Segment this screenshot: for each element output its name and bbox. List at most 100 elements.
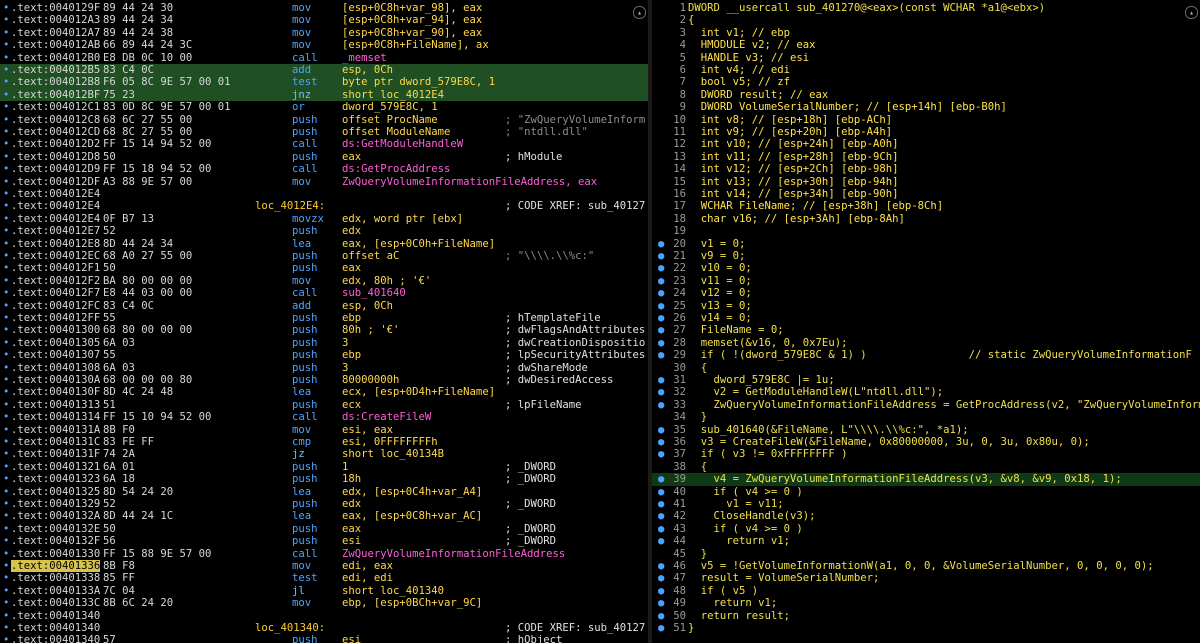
disasm-line[interactable]: • .text:00401323 6A 18 push 18h ; _DWORD bbox=[0, 473, 648, 485]
breakpoint-dot-icon[interactable]: ● bbox=[658, 374, 664, 386]
operands[interactable]: ZwQueryVolumeInformationFileAddress, eax bbox=[342, 176, 597, 188]
breakpoint-dot-icon[interactable]: • bbox=[3, 585, 9, 597]
disasm-line[interactable]: • .text:0040132E 50 push eax ; _DWORD bbox=[0, 523, 648, 535]
breakpoint-dot-icon[interactable]: • bbox=[3, 312, 9, 324]
breakpoint-dot-icon[interactable]: ● bbox=[658, 337, 664, 349]
code-text[interactable]: dword_579E8C |= 1u; bbox=[688, 374, 835, 386]
disasm-line[interactable]: • .text:004012F2 BA 80 00 00 00 mov edx, 80h… bbox=[0, 275, 648, 287]
breakpoint-dot-icon[interactable]: • bbox=[3, 374, 9, 386]
breakpoint-dot-icon[interactable]: • bbox=[3, 76, 9, 88]
breakpoint-dot-icon[interactable]: ● bbox=[658, 312, 664, 324]
breakpoint-dot-icon[interactable]: • bbox=[3, 448, 9, 460]
code-text[interactable]: sub_401640(&FileName, L"\\\\.\\%c:", *a1… bbox=[688, 424, 969, 436]
code-text[interactable]: ZwQueryVolumeInformationFileAddress = Ge… bbox=[688, 399, 1200, 411]
code-text[interactable]: int v9; // [esp+20h] [ebp-A4h] bbox=[688, 126, 892, 138]
code-text[interactable]: { bbox=[688, 14, 694, 26]
breakpoint-dot-icon[interactable]: ● bbox=[658, 250, 664, 262]
breakpoint-dot-icon[interactable]: • bbox=[3, 262, 9, 274]
breakpoint-dot-icon[interactable]: • bbox=[3, 436, 9, 448]
disasm-line[interactable]: • .text:004012F7 E8 44 03 00 00 call sub_401… bbox=[0, 287, 648, 299]
operands[interactable]: offset ProcName bbox=[342, 114, 438, 126]
disasm-line[interactable]: • .text:0040132A 8D 44 24 1C lea eax, [esp+0… bbox=[0, 510, 648, 522]
pseudocode-line[interactable]: ● 31 dword_579E8C |= 1u; bbox=[652, 374, 1200, 386]
pseudocode-line[interactable]: 19 bbox=[652, 225, 1200, 237]
pseudocode-line[interactable]: 30 { bbox=[652, 362, 1200, 374]
breakpoint-dot-icon[interactable]: ● bbox=[658, 238, 664, 250]
pseudocode-line[interactable]: ● 51} bbox=[652, 622, 1200, 634]
operands[interactable]: 80h ; '€' bbox=[342, 324, 399, 336]
breakpoint-dot-icon[interactable]: • bbox=[3, 2, 9, 14]
pseudocode-line[interactable]: ● 26 v14 = 0; bbox=[652, 312, 1200, 324]
code-label[interactable]: loc_4012E4: bbox=[255, 200, 325, 212]
code-text[interactable]: v9 = 0; bbox=[688, 250, 746, 262]
code-text[interactable]: v2 = GetModuleHandleW(L"ntdll.dll"); bbox=[688, 386, 944, 398]
breakpoint-dot-icon[interactable]: ● bbox=[658, 399, 664, 411]
operands[interactable]: edi, eax bbox=[342, 560, 393, 572]
pseudocode-line[interactable]: 8 DWORD result; // eax bbox=[652, 89, 1200, 101]
breakpoint-dot-icon[interactable]: ● bbox=[658, 610, 664, 622]
scroll-arrow-icon[interactable]: ▴ bbox=[633, 6, 646, 19]
breakpoint-dot-icon[interactable]: ● bbox=[658, 498, 664, 510]
pseudocode-line[interactable]: ● 49 return v1; bbox=[652, 597, 1200, 609]
breakpoint-dot-icon[interactable]: • bbox=[3, 176, 9, 188]
disasm-line[interactable]: • .text:004012D2 FF 15 14 94 52 00 call ds:G… bbox=[0, 138, 648, 150]
breakpoint-dot-icon[interactable]: ● bbox=[658, 275, 664, 287]
breakpoint-dot-icon[interactable]: • bbox=[3, 362, 9, 374]
disasm-line[interactable]: • .text:0040129F 89 44 24 30 mov [esp+0C8h+v… bbox=[0, 2, 648, 14]
breakpoint-dot-icon[interactable]: • bbox=[3, 89, 9, 101]
code-text[interactable]: int v12; // [esp+2Ch] [ebp-98h] bbox=[688, 163, 899, 175]
disasm-line[interactable]: • .text:004012B0 E8 DB 0C 10 00 call _memset bbox=[0, 52, 648, 64]
breakpoint-dot-icon[interactable]: • bbox=[3, 27, 9, 39]
disasm-line[interactable]: • .text:0040130A 68 00 00 00 80 push 8000000… bbox=[0, 374, 648, 386]
breakpoint-dot-icon[interactable]: • bbox=[3, 225, 9, 237]
operands[interactable]: short loc_401340 bbox=[342, 585, 444, 597]
pseudocode-line[interactable]: 6 int v4; // edi bbox=[652, 64, 1200, 76]
pseudocode-line[interactable]: 15 int v13; // [esp+30h] [ebp-94h] bbox=[652, 176, 1200, 188]
operands[interactable]: [esp+0C8h+var_90], eax bbox=[342, 27, 482, 39]
breakpoint-dot-icon[interactable]: • bbox=[3, 486, 9, 498]
breakpoint-dot-icon[interactable]: • bbox=[3, 548, 9, 560]
disasm-line[interactable]: • .text:0040131F 74 2A jz short loc_40134B bbox=[0, 448, 648, 460]
disasm-line[interactable]: • .text:00401338 85 FF test edi, edi bbox=[0, 572, 648, 584]
operands[interactable]: ecx bbox=[342, 399, 361, 411]
code-text[interactable]: v4 = ZwQueryVolumeInformationFileAddress… bbox=[688, 473, 1122, 485]
pseudocode-line[interactable]: ● 35 sub_401640(&FileName, L"\\\\.\\%c:",… bbox=[652, 424, 1200, 436]
breakpoint-dot-icon[interactable]: • bbox=[3, 461, 9, 473]
code-text[interactable]: bool v5; // zf bbox=[688, 76, 790, 88]
disasm-line[interactable]: • .text:00401340 loc_401340: ; CODE XREF: s… bbox=[0, 622, 648, 634]
code-text[interactable]: int v1; // ebp bbox=[688, 27, 790, 39]
breakpoint-dot-icon[interactable]: • bbox=[3, 386, 9, 398]
code-text[interactable]: v5 = !GetVolumeInformationW(a1, 0, 0, &V… bbox=[688, 560, 1154, 572]
breakpoint-dot-icon[interactable]: ● bbox=[658, 300, 664, 312]
operands[interactable]: esi bbox=[342, 634, 361, 643]
operands[interactable]: ds:CreateFileW bbox=[342, 411, 431, 423]
disasm-line[interactable]: • .text:00401330 FF 15 88 9E 57 00 call ZwQu… bbox=[0, 548, 648, 560]
operands[interactable]: [esp+0C8h+FileName], ax bbox=[342, 39, 489, 51]
code-text[interactable]: v11 = 0; bbox=[688, 275, 752, 287]
breakpoint-dot-icon[interactable]: ● bbox=[658, 572, 664, 584]
breakpoint-dot-icon[interactable]: ● bbox=[658, 436, 664, 448]
disasm-line[interactable]: • .text:00401340 57 push esi ; hObject bbox=[0, 634, 648, 643]
operands[interactable]: esp, 0Ch bbox=[342, 64, 393, 76]
disasm-line[interactable]: • .text:004012F1 50 push eax bbox=[0, 262, 648, 274]
code-text[interactable]: HMODULE v2; // eax bbox=[688, 39, 816, 51]
operands[interactable]: ecx, [esp+0D4h+FileName] bbox=[342, 386, 495, 398]
breakpoint-dot-icon[interactable]: ● bbox=[658, 622, 664, 634]
disasm-line[interactable]: • .text:00401321 6A 01 push 1 ; _DWORD bbox=[0, 461, 648, 473]
breakpoint-dot-icon[interactable]: ● bbox=[658, 523, 664, 535]
breakpoint-dot-icon[interactable]: ● bbox=[658, 324, 664, 336]
disasm-line[interactable]: • .text:004012D9 FF 15 18 94 52 00 call ds:G… bbox=[0, 163, 648, 175]
breakpoint-dot-icon[interactable]: • bbox=[3, 39, 9, 51]
breakpoint-dot-icon[interactable]: • bbox=[3, 634, 9, 643]
code-text[interactable]: v3 = CreateFileW(&FileName, 0x80000000, … bbox=[688, 436, 1090, 448]
pseudocode-line[interactable]: ● 37 if ( v3 != 0xFFFFFFFF ) bbox=[652, 448, 1200, 460]
pseudocode-line[interactable]: ● 44 return v1; bbox=[652, 535, 1200, 547]
code-text[interactable]: v12 = 0; bbox=[688, 287, 752, 299]
breakpoint-dot-icon[interactable]: • bbox=[3, 411, 9, 423]
pseudocode-line[interactable]: ● 32 v2 = GetModuleHandleW(L"ntdll.dll"); bbox=[652, 386, 1200, 398]
code-text[interactable]: v1 = 0; bbox=[688, 238, 746, 250]
breakpoint-dot-icon[interactable]: • bbox=[3, 163, 9, 175]
code-text[interactable]: result = VolumeSerialNumber; bbox=[688, 572, 880, 584]
breakpoint-dot-icon[interactable]: • bbox=[3, 473, 9, 485]
disasm-line[interactable]: • .text:0040130F 8D 4C 24 48 lea ecx, [esp+0… bbox=[0, 386, 648, 398]
